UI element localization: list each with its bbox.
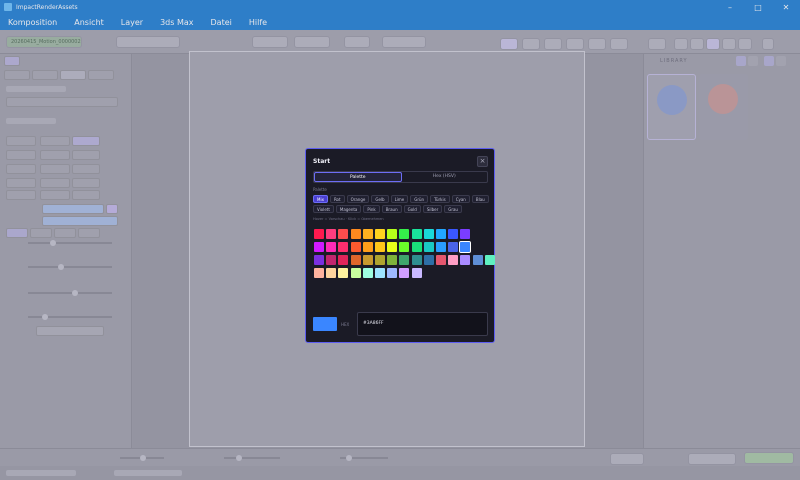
filter-chip-gelb[interactable]: Gelb: [371, 195, 389, 203]
color-swatch[interactable]: [436, 229, 446, 239]
tab-hex[interactable]: Hex (HSV): [402, 172, 488, 182]
color-swatch[interactable]: [375, 229, 385, 239]
close-icon[interactable]: ×: [477, 156, 488, 167]
color-swatch[interactable]: [350, 229, 361, 239]
color-swatch[interactable]: [399, 255, 410, 265]
filter-chip-silber[interactable]: Silber: [422, 205, 443, 213]
color-swatch[interactable]: [362, 229, 373, 239]
filter-chip-grau[interactable]: Grau: [444, 205, 462, 213]
color-swatch[interactable]: [375, 255, 385, 265]
filter-chip-orange[interactable]: Orange: [346, 195, 370, 203]
color-swatch[interactable]: [338, 268, 349, 278]
color-swatch[interactable]: [362, 268, 373, 278]
filter-chip-mix[interactable]: Mix: [313, 195, 328, 203]
color-swatch[interactable]: [411, 229, 422, 239]
color-swatch[interactable]: [326, 242, 337, 252]
color-swatch[interactable]: [484, 255, 495, 265]
color-swatch[interactable]: [314, 255, 324, 265]
color-swatch[interactable]: [326, 229, 337, 239]
palette-filter-chips: Mix Rot Orange Gelb Lime Grün Türkis Cyan Blau Vi…: [313, 195, 491, 213]
picker-tabs: Palette Hex (HSV): [313, 171, 488, 183]
palette-section-label: Palette: [313, 187, 327, 192]
color-swatch[interactable]: [423, 229, 434, 239]
color-swatch[interactable]: [362, 242, 373, 252]
color-swatch[interactable]: [375, 268, 385, 278]
color-swatch[interactable]: [350, 255, 361, 265]
color-swatch[interactable]: [459, 241, 472, 253]
color-swatch[interactable]: [399, 229, 410, 239]
color-swatch[interactable]: [326, 255, 337, 265]
color-swatch[interactable]: [338, 229, 349, 239]
color-swatch[interactable]: [387, 229, 398, 239]
color-picker-dialog: Start × Palette Hex (HSV) Palette Mix Rot…: [305, 148, 495, 343]
color-swatch[interactable]: [472, 255, 483, 265]
color-swatch[interactable]: [362, 255, 373, 265]
color-swatch[interactable]: [314, 242, 324, 252]
hex-label: HEX: [341, 322, 350, 327]
color-preview: [313, 317, 337, 331]
tab-palette[interactable]: Palette: [314, 172, 402, 182]
color-swatch[interactable]: [350, 268, 361, 278]
dialog-title: Start: [313, 158, 331, 165]
filter-chip-rot[interactable]: Rot: [329, 195, 345, 203]
color-swatch[interactable]: [423, 242, 434, 252]
color-swatch[interactable]: [326, 268, 337, 278]
color-swatch[interactable]: [411, 242, 422, 252]
color-swatch[interactable]: [423, 255, 434, 265]
color-swatch[interactable]: [448, 255, 459, 265]
filter-chip-lime[interactable]: Lime: [390, 195, 409, 203]
color-swatch[interactable]: [411, 255, 422, 265]
color-swatch[interactable]: [314, 268, 324, 278]
filter-chip-magenta[interactable]: Magenta: [335, 205, 362, 213]
filter-chip-pink[interactable]: Pink: [363, 205, 380, 213]
color-swatch[interactable]: [448, 229, 459, 239]
color-swatch[interactable]: [387, 242, 398, 252]
color-swatch[interactable]: [350, 242, 361, 252]
color-swatch[interactable]: [411, 268, 422, 278]
palette-hint: Hover = Vorschau · Klick = übernehmen: [313, 217, 384, 221]
color-swatch[interactable]: [338, 242, 349, 252]
color-swatch[interactable]: [375, 242, 385, 252]
color-swatch[interactable]: [436, 242, 446, 252]
color-swatch[interactable]: [338, 255, 349, 265]
hex-input[interactable]: #3A86FF: [357, 312, 488, 336]
color-swatch[interactable]: [448, 242, 459, 252]
filter-chip-violett[interactable]: Violett: [313, 205, 334, 213]
filter-chip-braun[interactable]: Braun: [381, 205, 402, 213]
color-swatch[interactable]: [460, 229, 471, 239]
filter-chip-grün[interactable]: Grün: [410, 195, 429, 203]
filter-chip-cyan[interactable]: Cyan: [451, 195, 470, 203]
color-swatch[interactable]: [436, 255, 446, 265]
color-swatch[interactable]: [399, 268, 410, 278]
color-swatch[interactable]: [387, 268, 398, 278]
filter-chip-gold[interactable]: Gold: [403, 205, 421, 213]
filter-chip-türkis[interactable]: Türkis: [430, 195, 450, 203]
filter-chip-blau[interactable]: Blau: [471, 195, 489, 203]
color-swatch[interactable]: [314, 229, 324, 239]
color-swatch[interactable]: [460, 255, 471, 265]
color-swatch[interactable]: [387, 255, 398, 265]
color-swatch[interactable]: [399, 242, 410, 252]
